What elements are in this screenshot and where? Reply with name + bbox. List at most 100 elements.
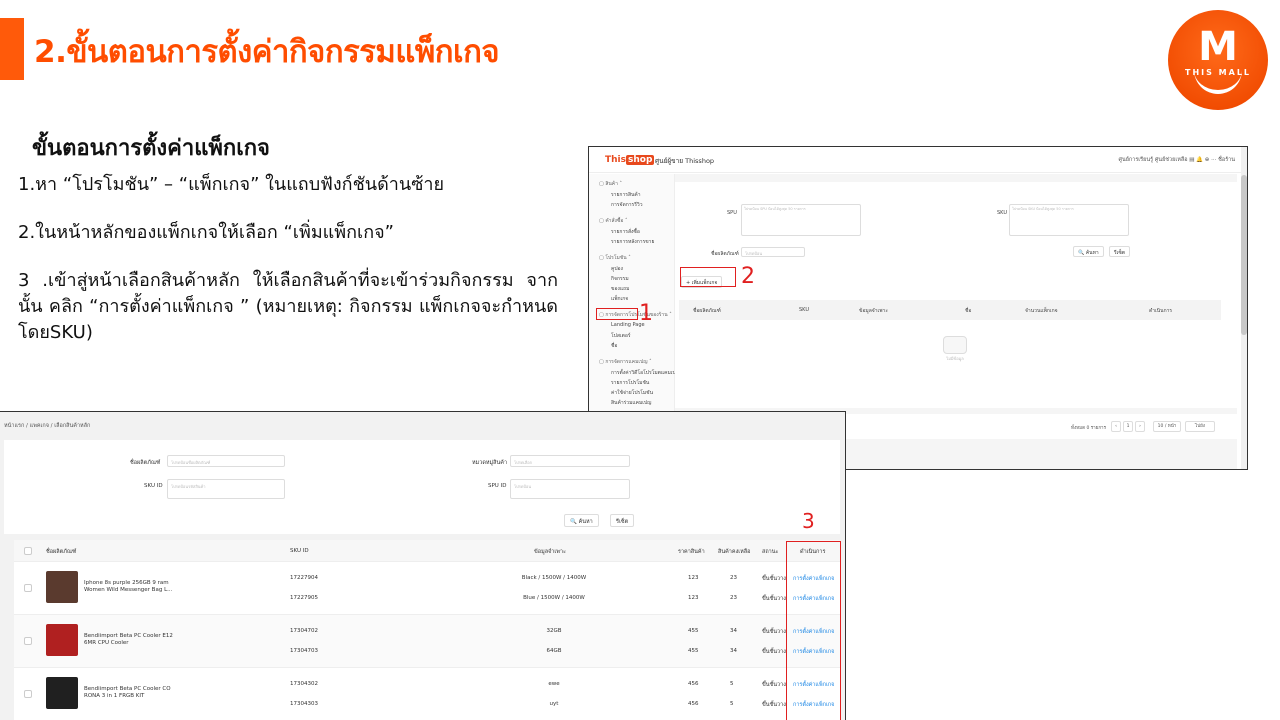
breadcrumb: หน้าแรก / แพคเกจ / เลือกสินค้าหลัก	[4, 423, 91, 429]
sidebar-item[interactable]: การจัดการรีวิว	[611, 201, 643, 209]
sku-price: 123	[688, 595, 699, 601]
row-checkbox[interactable]	[24, 637, 32, 645]
col-spec: ข้อมูลจำเพาะ	[859, 308, 889, 314]
category-label: หมวดหมู่สินค้า	[472, 460, 508, 466]
sku-status: ขึ้นชั้นวาง	[762, 649, 786, 655]
sidebar-item[interactable]: แพ็กเกจ	[611, 295, 628, 303]
search-button[interactable]: 🔍 ค้นหา	[1073, 246, 1104, 257]
scrollbar-thumb[interactable]	[1241, 175, 1247, 335]
product-row: Bendiimport Beta PC Cooler CO RONA 3 in …	[14, 668, 840, 720]
sku-label: SKU	[997, 210, 1007, 216]
sku-price: 456	[688, 701, 699, 707]
row-checkbox[interactable]	[24, 584, 32, 592]
sidebar-item[interactable]: รายการสั่งซื้อ	[611, 228, 640, 236]
sidebar-item[interactable]: สินค้าร่วมแคมเปญ	[611, 399, 651, 407]
title-accent-bar	[0, 18, 24, 80]
col-sku: SKU	[799, 307, 809, 313]
empty-box-icon	[943, 336, 967, 354]
sku-stock: 34	[730, 628, 737, 634]
col-status: สถานะ	[762, 549, 779, 555]
next-page-button[interactable]: ›	[1135, 421, 1145, 432]
sku-price: 455	[688, 648, 699, 654]
sku-id: 17304703	[290, 648, 318, 654]
sidebar-item[interactable]: คูปอง	[611, 265, 623, 273]
sku-id: 17304302	[290, 681, 318, 687]
sku-spec: Blue / 1500W / 1400W	[523, 595, 585, 601]
goto-page-input[interactable]: ไปยัง	[1185, 421, 1215, 432]
sku-stock: 23	[730, 575, 737, 581]
sku-status: ขึ้นชั้นวาง	[762, 702, 786, 708]
sidebar-item[interactable]: รายการสินค้า	[611, 191, 641, 199]
sku-id-label: SKU ID	[144, 483, 163, 489]
scrollbar[interactable]	[1241, 147, 1247, 469]
product-row: Bendiimport Beta PC Cooler E12 6MR CPU C…	[14, 615, 840, 668]
sidebar-item[interactable]: ชื่อ	[611, 342, 617, 350]
page-1-button[interactable]: 1	[1123, 421, 1133, 432]
product-table-header: ชื่อผลิตภัณฑ์ SKU ID ข้อมูลจำเพาะ ราคาสิ…	[14, 540, 840, 562]
product-thumbnail	[46, 571, 78, 603]
prev-page-button[interactable]: ‹	[1111, 421, 1121, 432]
sidebar-item[interactable]: โปสเตอร์	[611, 332, 631, 340]
sidebar-group[interactable]: ▢ คำสั่งซื้อ ˄	[599, 217, 627, 225]
sku-spec: uyt	[549, 701, 559, 707]
page-size-select[interactable]: 10 / หน้า	[1153, 421, 1181, 432]
sidebar-group[interactable]: ▢ สินค้า ˄	[599, 180, 622, 188]
product-name: Bendiimport Beta PC Cooler E12 6MR CPU C…	[84, 633, 173, 646]
product-name: Bendiimport Beta PC Cooler CO RONA 3 in …	[84, 686, 171, 699]
spu-label: SPU	[727, 210, 737, 216]
sidebar-item[interactable]: ค่าใช้จ่ายโปรโมชัน	[611, 389, 653, 397]
sidebar-group[interactable]: ▢ โปรโมชัน ˄	[599, 254, 631, 262]
sku-status: ขึ้นชั้นวาง	[762, 629, 786, 635]
highlight-add-package	[680, 267, 736, 287]
sidebar-item[interactable]: การตั้งค่าวิดีโอโปรโมตแคมเปญ	[611, 369, 680, 377]
spu-input[interactable]: โปรดป้อน SPU ป้อนได้สูงสุด 50 รายการ	[741, 204, 861, 236]
sku-id-input[interactable]: โปรดป้อนรหัสสินค้า	[167, 479, 285, 499]
marker-2: 2	[741, 264, 755, 289]
select-all-checkbox[interactable]	[24, 547, 32, 555]
category-select[interactable]: โปรดเลือก	[510, 455, 630, 467]
header-toolbar[interactable]: ศูนย์การเรียนรู้ ศูนย์ช่วยเหลือ ▤ 🔔 ⊕ ··…	[1118, 156, 1235, 164]
this-mall-logo: M THIS MALL	[1168, 10, 1268, 110]
reset-button[interactable]: รีเซ็ต	[610, 514, 635, 527]
sidebar-group[interactable]: ▢ การจัดการแคมเปญ ˄	[599, 358, 652, 366]
sku-spec: ewe	[548, 681, 560, 687]
marker-3: 3	[802, 509, 815, 533]
sku-spec: 64GB	[546, 648, 562, 654]
col-stock: สินค้าคงเหลือ	[718, 549, 751, 555]
col-product-name: ชื่อผลิตภัณฑ์	[693, 308, 721, 314]
sidebar-item[interactable]: กิจกรรม	[611, 275, 629, 283]
sidebar-item[interactable]: ของแถม	[611, 285, 629, 293]
product-name-label: ชื่อผลิตภัณฑ์	[711, 251, 739, 257]
product-filter-card: ชื่อผลิตภัณฑ์ โปรดป้อนชื่อผลิตภัณฑ์ หมวด…	[4, 440, 840, 534]
sku-status: ขึ้นชั้นวาง	[762, 682, 786, 688]
instruction-list: 1.หา “โปรโมชัน” – “แพ็กเกจ” ในแถบฟังก์ชั…	[18, 172, 558, 368]
sku-stock: 34	[730, 648, 737, 654]
sidebar-item[interactable]: รายการโปรโมชัน	[611, 379, 649, 387]
search-button[interactable]: 🔍 ค้นหา	[564, 514, 599, 527]
slide-title: 2.ขั้นตอนการตั้งค่ากิจกรรมแพ็กเกจ	[34, 34, 500, 70]
sku-input[interactable]: โปรดป้อน SKU ป้อนได้สูงสุด 50 รายการ	[1009, 204, 1129, 236]
product-thumbnail	[46, 624, 78, 656]
sku-id: 17304303	[290, 701, 318, 707]
sku-status: ขึ้นชั้นวาง	[762, 576, 786, 582]
package-table-header: ชื่อผลิตภัณฑ์ SKU ข้อมูลจำเพาะ ชื่อ จำนว…	[679, 300, 1221, 320]
product-name-input[interactable]: โปรดป้อน	[741, 247, 805, 257]
sku-id: 17304702	[290, 628, 318, 634]
reset-button[interactable]: รีเซ็ต	[1109, 246, 1131, 257]
logo-mark: M	[1198, 24, 1238, 70]
product-thumbnail	[46, 677, 78, 709]
spu-id-input[interactable]: โปรดป้อน	[510, 479, 630, 499]
sku-id: 17227905	[290, 595, 318, 601]
instruction-step-3: 3 .เข้าสู่หน้าเลือกสินค้าหลัก ให้เลือกสิ…	[18, 270, 558, 343]
row-checkbox[interactable]	[24, 690, 32, 698]
empty-text: ไม่มีข้อมูล	[946, 356, 964, 361]
product-name-input[interactable]: โปรดป้อนชื่อผลิตภัณฑ์	[167, 455, 285, 467]
logo-smile	[1194, 70, 1242, 94]
sidebar-item[interactable]: รายการหลังการขาย	[611, 238, 654, 246]
total-count: ทั้งหมด 0 รายการ	[1071, 426, 1106, 431]
sub-heading: ขั้นตอนการตั้งค่าแพ็กเกจ	[32, 136, 270, 161]
col-spec: ข้อมูลจำเพาะ	[534, 549, 566, 555]
instruction-step-1: 1.หา “โปรโมชัน” – “แพ็กเกจ” ในแถบฟังก์ชั…	[18, 174, 445, 195]
col-product-name: ชื่อผลิตภัณฑ์	[46, 549, 77, 555]
col-package-count: จำนวนแพ็กเกจ	[1025, 308, 1058, 314]
